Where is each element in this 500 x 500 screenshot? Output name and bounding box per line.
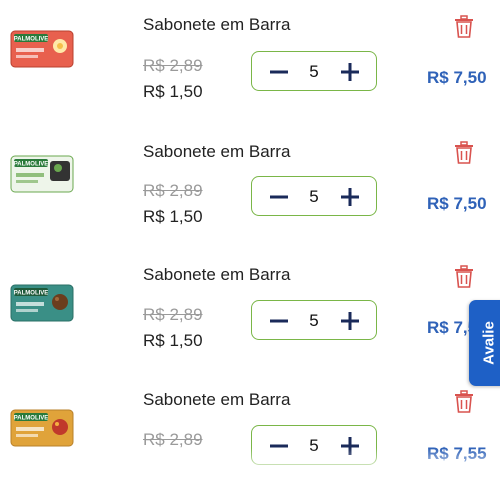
cart-item: PALMOLIVE Sabonete em Barra R$ 2,89 R$ 1… bbox=[0, 125, 500, 250]
trash-icon[interactable] bbox=[453, 141, 475, 165]
trash-icon[interactable] bbox=[453, 265, 475, 289]
cart-item: PALMOLIVE Sabonete em Barra R$ 2,89 R$ 1… bbox=[0, 250, 500, 375]
old-price: R$ 2,89 bbox=[143, 181, 203, 200]
product-image: PALMOLIVE bbox=[10, 284, 74, 322]
plus-icon[interactable] bbox=[339, 310, 361, 332]
product-image: PALMOLIVE bbox=[10, 30, 74, 68]
quantity-stepper: 5 bbox=[251, 176, 377, 216]
quantity-stepper: 5 bbox=[251, 51, 377, 91]
avalie-label: Avalie bbox=[480, 321, 498, 365]
old-price: R$ 2,89 bbox=[143, 430, 203, 449]
svg-text:PALMOLIVE: PALMOLIVE bbox=[14, 37, 49, 43]
trash-icon[interactable] bbox=[453, 15, 475, 39]
quantity-value: 5 bbox=[309, 436, 319, 455]
item-total: R$ 7,50 bbox=[427, 194, 487, 213]
old-price: R$ 2,89 bbox=[143, 305, 203, 324]
quantity-stepper: 5 bbox=[251, 425, 377, 465]
svg-text:PALMOLIVE: PALMOLIVE bbox=[14, 291, 49, 297]
avalie-feedback-tab[interactable]: Avalie bbox=[469, 300, 500, 386]
cart-item: PALMOLIVE Sabonete em Barra R$ 2,89 5 R$… bbox=[0, 375, 500, 500]
old-price: R$ 2,89 bbox=[143, 56, 203, 75]
quantity-value: 5 bbox=[309, 62, 319, 81]
product-image: PALMOLIVE bbox=[10, 155, 74, 193]
quantity-stepper: 5 bbox=[251, 300, 377, 340]
svg-text:PALMOLIVE: PALMOLIVE bbox=[14, 416, 49, 422]
product-name[interactable]: Sabonete em Barra bbox=[143, 142, 290, 162]
quantity-value: 5 bbox=[309, 187, 319, 206]
current-price: R$ 1,50 bbox=[143, 82, 203, 101]
item-total: R$ 7,55 bbox=[427, 444, 487, 463]
minus-icon[interactable] bbox=[268, 435, 290, 457]
current-price: R$ 1,50 bbox=[143, 331, 203, 350]
trash-icon[interactable] bbox=[453, 390, 475, 414]
quantity-value: 5 bbox=[309, 311, 319, 330]
item-total: R$ 7,50 bbox=[427, 68, 487, 87]
product-name[interactable]: Sabonete em Barra bbox=[143, 15, 290, 35]
minus-icon[interactable] bbox=[268, 310, 290, 332]
plus-icon[interactable] bbox=[339, 61, 361, 83]
cart-item: PALMOLIVE Sabonete em Barra R$ 2,89 R$ 1… bbox=[0, 0, 500, 125]
minus-icon[interactable] bbox=[268, 186, 290, 208]
plus-icon[interactable] bbox=[339, 186, 361, 208]
product-name[interactable]: Sabonete em Barra bbox=[143, 390, 290, 410]
svg-text:PALMOLIVE: PALMOLIVE bbox=[14, 162, 49, 168]
minus-icon[interactable] bbox=[268, 61, 290, 83]
product-name[interactable]: Sabonete em Barra bbox=[143, 265, 290, 285]
plus-icon[interactable] bbox=[339, 435, 361, 457]
current-price: R$ 1,50 bbox=[143, 207, 203, 226]
product-image: PALMOLIVE bbox=[10, 409, 74, 447]
